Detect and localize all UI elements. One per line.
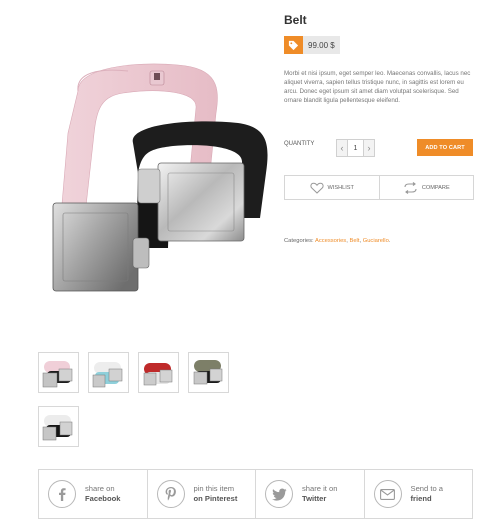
share-twitter-text: share it on Twitter <box>302 484 337 504</box>
share-facebook-line1: share on <box>85 484 115 493</box>
share-pinterest-line1: pin this item <box>193 484 235 493</box>
pinterest-icon <box>156 480 185 508</box>
category-link-guciarello[interactable]: Guciarello <box>363 238 389 244</box>
share-twitter-button[interactable]: share it on Twitter <box>256 470 365 518</box>
heart-icon <box>309 182 324 194</box>
category-link-belt[interactable]: Belt <box>349 238 359 244</box>
categories-end: . <box>388 238 391 244</box>
quantity-row: QUANTITY ‹ 1 › ADD TO CART <box>284 139 474 157</box>
facebook-icon <box>48 480 76 508</box>
share-pinterest-text: pin this item on Pinterest <box>194 484 238 504</box>
black-belt-thumbnail[interactable] <box>38 406 79 447</box>
share-email-button[interactable]: Send to a friend <box>365 470 473 518</box>
category-separator: , <box>359 238 362 244</box>
product-actions: WISHLIST COMPARE <box>284 175 474 200</box>
mail-icon <box>373 480 402 508</box>
share-email-line2: friend <box>410 494 432 503</box>
pink-belt-thumbnail[interactable] <box>38 352 79 393</box>
price-value: 99.00 $ <box>303 36 340 54</box>
decrement-button[interactable]: ‹ <box>336 139 348 157</box>
share-pinterest-line2: on Pinterest <box>193 494 238 503</box>
quantity-input[interactable]: 1 <box>348 139 363 157</box>
share-facebook-text: share on Facebook <box>85 484 120 504</box>
share-pinterest-button[interactable]: pin this item on Pinterest <box>148 470 256 518</box>
price-row: 99.00 $ <box>284 36 474 54</box>
increment-button[interactable]: › <box>363 139 375 157</box>
wishlist-label: WISHLIST <box>327 184 354 191</box>
categories-label: Categories: <box>284 238 314 244</box>
share-twitter-line1: share it on <box>302 484 338 493</box>
quantity-label: QUANTITY <box>284 141 315 147</box>
product-main-image[interactable] <box>38 13 274 340</box>
blue-belt-thumbnail[interactable] <box>88 352 129 393</box>
product-description: Morbi et nisi ipsum, eget semper leo. Ma… <box>284 70 471 104</box>
olive-belt-thumbnail[interactable] <box>188 352 229 393</box>
share-twitter-line2: Twitter <box>302 494 327 503</box>
product-summary: Belt 99.00 $ Morbi et nisi ipsum, eget s… <box>284 12 474 244</box>
share-email-line1: Send to a <box>410 484 444 493</box>
quantity-stepper: ‹ 1 › <box>336 139 375 157</box>
compare-button[interactable]: COMPARE <box>380 176 474 199</box>
share-email-text: Send to a friend <box>411 484 444 504</box>
share-facebook-button[interactable]: share on Facebook <box>39 470 148 518</box>
compare-icon <box>404 181 417 194</box>
product-categories: Categories: Accessories, Belt, Guciarell… <box>284 238 390 244</box>
category-separator: , <box>346 238 348 244</box>
share-facebook-line2: Facebook <box>85 494 121 503</box>
price-tag-icon <box>284 36 303 54</box>
wishlist-button[interactable]: WISHLIST <box>284 176 380 199</box>
share-bar: share on Facebook pin this item on Pinte… <box>38 469 473 519</box>
add-to-cart-button[interactable]: ADD TO CART <box>417 139 473 156</box>
product-title: Belt <box>284 13 307 27</box>
compare-label: COMPARE <box>421 184 450 191</box>
red-belt-thumbnail[interactable] <box>138 352 179 393</box>
category-link-accessories[interactable]: Accessories <box>315 238 346 244</box>
twitter-icon <box>265 480 293 508</box>
